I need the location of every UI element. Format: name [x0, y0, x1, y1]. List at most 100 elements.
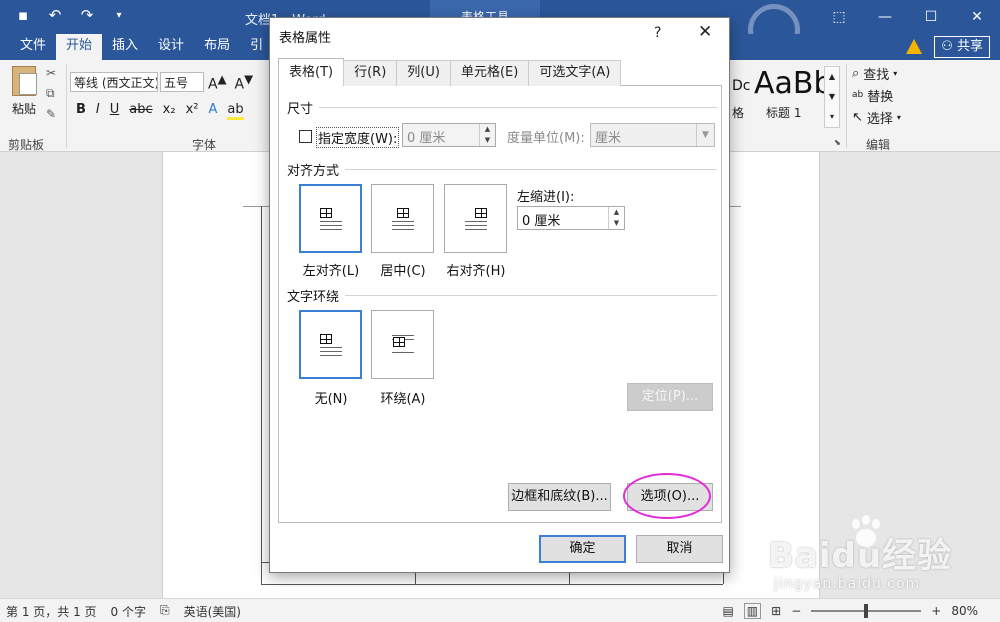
bold-button[interactable]: B	[76, 102, 86, 120]
wrap-none-label[interactable]: 无(N)	[293, 388, 369, 407]
options-button[interactable]: 选项(O)...	[627, 483, 713, 511]
web-layout-icon[interactable]: ⊞	[771, 604, 781, 618]
print-layout-icon[interactable]: ▥	[743, 603, 762, 619]
align-left-option[interactable]	[299, 184, 362, 253]
minimize-button[interactable]: —	[862, 0, 908, 34]
align-center-label[interactable]: 居中(C)	[365, 260, 441, 279]
word-count[interactable]: 0 个字	[111, 603, 146, 620]
editing-group-label: 编辑	[866, 138, 891, 152]
width-spinner[interactable]: ▲ ▼	[479, 124, 495, 146]
wrap-around-option[interactable]	[371, 310, 434, 379]
ribbon-tabs: 文件 开始 插入 设计 布局引	[10, 34, 273, 60]
dialog-tab[interactable]: 单元格(E)	[449, 60, 530, 86]
text-effects-button[interactable]: A	[208, 102, 217, 120]
redo-icon[interactable]: ↷	[78, 6, 96, 26]
read-mode-icon[interactable]: ▤	[722, 604, 733, 618]
measure-select[interactable]: 厘米 ▼	[590, 123, 715, 147]
specify-width-checkbox[interactable]	[299, 130, 312, 143]
ribbon-display-options-icon[interactable]: ⬚	[816, 0, 862, 34]
close-button[interactable]: ✕	[954, 0, 1000, 34]
highlight-button[interactable]: ab	[227, 102, 244, 120]
status-right: ▤ ▥ ⊞ − + 80%	[722, 603, 978, 619]
format-buttons: B I U abc x₂ x² A ab	[76, 102, 244, 120]
styles-scroll[interactable]: ▲ ▼ ▾	[824, 66, 840, 128]
baidu-watermark: Baidu经验 jingyan.baidu.com	[768, 508, 998, 598]
section-divider	[345, 169, 717, 170]
size-section-title: 尺寸	[287, 102, 314, 117]
position-button[interactable]: 定位(P)...	[627, 383, 713, 411]
ribbon-tab[interactable]: 插入	[102, 34, 148, 60]
font-size-combo[interactable]: 五号	[160, 72, 204, 92]
dialog-tab[interactable]: 表格(T)	[278, 58, 345, 86]
help-button[interactable]: ?	[654, 25, 661, 41]
ribbon-tab[interactable]: 设计	[148, 34, 194, 60]
specify-width-label[interactable]: 指定宽度(W):	[316, 127, 400, 148]
cut-icon[interactable]: ✂	[46, 66, 56, 80]
clipboard-group-label: 剪贴板	[8, 138, 45, 152]
dialog-tabs: 表格(T) 行(R) 列(U) 单元格(E) 可选文字(A)	[278, 58, 622, 86]
superscript-button[interactable]: x²	[186, 102, 199, 120]
width-input[interactable]: 0 厘米 ▲ ▼	[402, 123, 496, 147]
watermark-main: Baidu经验	[768, 536, 953, 576]
shrink-font-icon[interactable]: A▼	[235, 72, 254, 93]
zoom-in-button[interactable]: +	[931, 604, 941, 618]
save-icon[interactable]: ▪	[14, 6, 32, 26]
customize-qat-icon[interactable]: ▾	[110, 6, 128, 26]
warning-icon[interactable]	[906, 39, 922, 54]
indent-input[interactable]: 0 厘米 ▲ ▼	[517, 206, 625, 230]
section-divider	[319, 107, 717, 108]
wrap-none-option[interactable]	[299, 310, 362, 379]
indent-spinner[interactable]: ▲ ▼	[608, 207, 624, 229]
zoom-level[interactable]: 80%	[951, 604, 978, 618]
align-center-icon	[391, 207, 414, 230]
select-button[interactable]: ↖ 选择 ▾	[852, 108, 901, 127]
grow-font-icon[interactable]: A▲	[208, 72, 227, 93]
share-label: 共享	[956, 39, 983, 54]
paste-button[interactable]: 粘贴	[8, 66, 40, 117]
subscript-button[interactable]: x₂	[163, 102, 176, 120]
replace-icon: ab	[852, 90, 864, 100]
zoom-slider[interactable]	[811, 604, 922, 618]
font-name-combo[interactable]: 等线 (西文正文)	[70, 72, 158, 92]
ribbon-tab[interactable]: 开始	[56, 34, 103, 60]
dialog-tab[interactable]: 可选文字(A)	[528, 60, 622, 86]
dialog-tab[interactable]: 列(U)	[396, 60, 451, 86]
group-divider	[846, 64, 847, 148]
cancel-button[interactable]: 取消	[636, 535, 723, 563]
borders-shading-button[interactable]: 边框和底纹(B)...	[508, 483, 611, 511]
window-controls: ⬚ — ☐ ✕	[816, 0, 1000, 34]
restore-button[interactable]: ☐	[908, 0, 954, 34]
dialog-tab[interactable]: 行(R)	[343, 60, 398, 86]
page-count[interactable]: 第 1 页，共 1 页	[6, 603, 97, 620]
align-right-label[interactable]: 右对齐(H)	[438, 260, 514, 279]
share-button[interactable]: ⚇ 共享	[934, 36, 990, 58]
underline-button[interactable]: U	[110, 102, 120, 120]
ribbon-tab[interactable]: 布局	[194, 34, 240, 60]
style-heading1-preview[interactable]: AaBb	[754, 66, 824, 101]
align-right-icon	[464, 207, 487, 230]
zoom-slider-thumb[interactable]	[864, 604, 869, 618]
copy-icon[interactable]: ⧉	[46, 86, 56, 101]
clipboard-tools: ✂ ⧉ ✎	[46, 66, 56, 121]
person-icon: ⚇	[941, 39, 957, 54]
replace-button[interactable]: ab 替换	[852, 86, 901, 105]
undo-icon[interactable]: ↶	[46, 6, 64, 26]
align-right-option[interactable]	[444, 184, 507, 253]
format-painter-icon[interactable]: ✎	[46, 107, 56, 121]
proofing-icon[interactable]: ⎘	[160, 603, 170, 620]
wrap-around-label[interactable]: 环绕(A)	[365, 388, 441, 407]
dialog-title: 表格属性	[279, 31, 332, 46]
paste-label: 粘贴	[11, 102, 36, 116]
style-heading1-label: 标题 1	[766, 106, 802, 120]
italic-button[interactable]: I	[96, 102, 100, 120]
ok-button[interactable]: 确定	[539, 535, 626, 563]
align-left-label[interactable]: 左对齐(L)	[293, 260, 369, 279]
strikethrough-button[interactable]: abc	[129, 102, 152, 120]
styles-dialog-launcher-icon[interactable]: ⬊	[834, 138, 841, 147]
language[interactable]: 英语(美国)	[184, 603, 241, 620]
align-center-option[interactable]	[371, 184, 434, 253]
zoom-out-button[interactable]: −	[791, 604, 801, 618]
ribbon-tab[interactable]: 文件	[10, 34, 56, 60]
find-button[interactable]: ⌕ 查找 ▾	[852, 64, 901, 83]
dialog-close-button[interactable]: ✕	[698, 22, 712, 42]
